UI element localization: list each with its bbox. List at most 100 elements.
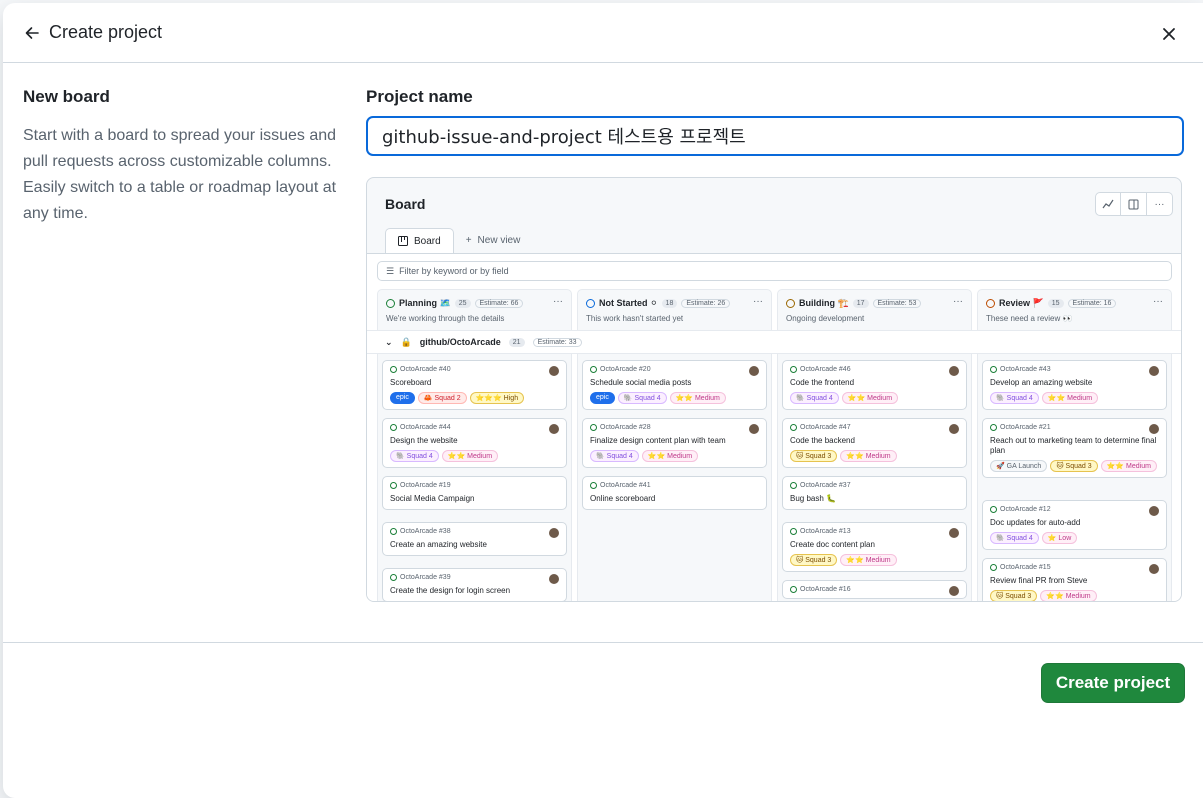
issue-open-icon bbox=[590, 424, 597, 431]
label-badge: 🚀 GA Launch bbox=[990, 460, 1048, 472]
avatar bbox=[549, 424, 559, 434]
board-card: OctoArcade #41 Online scoreboard bbox=[582, 476, 767, 510]
card-number: OctoArcade #41 bbox=[600, 482, 651, 489]
dialog-footer: Create project bbox=[3, 643, 1203, 797]
column-description: These need a review 👀 bbox=[986, 314, 1073, 323]
avatar bbox=[749, 366, 759, 376]
status-icon bbox=[386, 299, 395, 308]
board-preview: Board ··· Board + New view ☰ Filter by k… bbox=[366, 177, 1182, 602]
column-header: Not Started ⚪ 18 Estimate: 26 This work has… bbox=[586, 296, 763, 323]
card-number: OctoArcade #15 bbox=[1000, 564, 1051, 571]
board-card: OctoArcade #21 Reach out to marketing tea… bbox=[982, 418, 1167, 478]
card-id: OctoArcade #46 bbox=[790, 366, 959, 373]
dialog-header: Create project bbox=[3, 3, 1203, 63]
tab-label: New view bbox=[477, 235, 521, 246]
issue-open-icon bbox=[790, 586, 797, 593]
column-name: Review 🚩 bbox=[999, 298, 1044, 308]
label-badge: ⭐⭐ Medium bbox=[1100, 460, 1157, 472]
label-badge: 🐘 Squad 4 bbox=[990, 392, 1039, 404]
avatar bbox=[549, 366, 559, 376]
tab-board: Board bbox=[385, 228, 454, 253]
preview-board: ☰ Filter by keyword or by field Planning… bbox=[367, 254, 1181, 601]
card-id: OctoArcade #12 bbox=[990, 506, 1159, 513]
issue-open-icon bbox=[790, 528, 797, 535]
board-card: OctoArcade #39 Create the design for logi… bbox=[382, 568, 567, 601]
avatar bbox=[949, 424, 959, 434]
card-id: OctoArcade #28 bbox=[590, 424, 759, 431]
group-name: github/OctoArcade bbox=[419, 337, 501, 347]
group-count: 21 bbox=[508, 337, 525, 347]
card-id: OctoArcade #39 bbox=[390, 574, 559, 581]
create-project-button[interactable]: Create project bbox=[1041, 663, 1185, 703]
board-card: OctoArcade #15 Review final PR from Steve… bbox=[982, 558, 1167, 601]
column-estimate: Estimate: 26 bbox=[681, 299, 731, 308]
card-labels: 🚀 GA Launch 🐱 Squad 3 ⭐⭐ Medium bbox=[990, 460, 1159, 472]
card-id: OctoArcade #21 bbox=[990, 424, 1159, 431]
filter-icon: ☰ bbox=[386, 265, 395, 276]
back-button[interactable] bbox=[21, 22, 43, 44]
label-badge: 🐘 Squad 4 bbox=[590, 450, 639, 462]
column-title: Building 🏗️ 17 Estimate: 53 bbox=[786, 298, 963, 309]
issue-open-icon bbox=[990, 424, 997, 431]
label-badge: ⭐⭐ Medium bbox=[641, 450, 699, 462]
issue-open-icon bbox=[990, 506, 997, 513]
label-badge: ⭐⭐ Medium bbox=[840, 554, 897, 566]
card-number: OctoArcade #44 bbox=[400, 424, 451, 431]
label-badge: epic bbox=[590, 392, 615, 404]
card-number: OctoArcade #13 bbox=[800, 528, 851, 535]
card-title: Create the design for login screen bbox=[390, 586, 511, 595]
card-title: Design the website bbox=[390, 436, 458, 445]
label-badge: epic bbox=[390, 392, 415, 404]
issue-open-icon bbox=[390, 424, 397, 431]
board-card: OctoArcade #44 Design the website 🐘 Squad … bbox=[382, 418, 567, 468]
board-card: OctoArcade #46 Code the frontend 🐘 Squad 4… bbox=[782, 360, 967, 410]
close-button[interactable] bbox=[1157, 22, 1181, 46]
project-name-input[interactable]: github-issue-and-project 테스트용 프로젝트 bbox=[366, 116, 1184, 156]
avatar bbox=[749, 424, 759, 434]
label-badge: 🐘 Squad 4 bbox=[790, 392, 839, 404]
preview-title: Board bbox=[385, 196, 426, 212]
column-header: Building 🏗️ 17 Estimate: 53 Ongoing develop… bbox=[786, 296, 963, 323]
status-icon bbox=[586, 299, 595, 308]
card-title: Schedule social media posts bbox=[590, 378, 692, 387]
more-icon: ··· bbox=[1147, 192, 1173, 216]
card-number: OctoArcade #12 bbox=[1000, 506, 1051, 513]
avatar bbox=[949, 366, 959, 376]
issue-open-icon bbox=[790, 482, 797, 489]
column-name: Not Started ⚪ bbox=[599, 298, 658, 308]
group-estimate: Estimate: 33 bbox=[532, 337, 582, 347]
plus-icon: + bbox=[465, 235, 472, 246]
card-labels: 🐘 Squad 4 ⭐⭐ Medium bbox=[590, 450, 759, 462]
column-estimate: Estimate: 16 bbox=[1067, 299, 1117, 308]
filter-placeholder: Filter by keyword or by field bbox=[399, 266, 509, 276]
card-number: OctoArcade #40 bbox=[400, 366, 451, 373]
group-header: ⌄ 🔒 github/OctoArcade 21 Estimate: 33 bbox=[367, 330, 1181, 354]
board-card: OctoArcade #40 Scoreboard epic 🦀 Squad 2 ⭐⭐⭐… bbox=[382, 360, 567, 410]
card-title: Reach out to marketing team to determine… bbox=[990, 436, 1157, 455]
board-card: OctoArcade #28 Finalize design content pl… bbox=[582, 418, 767, 468]
card-id: OctoArcade #19 bbox=[390, 482, 559, 489]
board-card: OctoArcade #20 Schedule social media post… bbox=[582, 360, 767, 410]
card-title: Create doc content plan bbox=[790, 540, 875, 549]
card-id: OctoArcade #13 bbox=[790, 528, 959, 535]
card-number: OctoArcade #19 bbox=[400, 482, 451, 489]
chevron-down-icon: ⌄ bbox=[385, 336, 393, 347]
dialog-title: Create project bbox=[49, 22, 163, 42]
card-labels: 🐘 Squad 4 ⭐⭐ Medium bbox=[390, 450, 559, 462]
card-title: Code the frontend bbox=[790, 378, 855, 387]
column-count: 25 bbox=[454, 299, 471, 308]
column-count: 18 bbox=[661, 299, 678, 308]
avatar bbox=[949, 528, 959, 538]
column-description: We're working through the details bbox=[386, 314, 505, 323]
card-number: OctoArcade #46 bbox=[800, 366, 851, 373]
preview-tabs: Board + New view bbox=[385, 228, 532, 253]
card-labels: 🐘 Squad 4 ⭐⭐ Medium bbox=[790, 392, 959, 404]
column-header: Planning 🗺️ 25 Estimate: 66 We're working t… bbox=[386, 296, 563, 323]
column-title: Not Started ⚪ 18 Estimate: 26 bbox=[586, 298, 763, 309]
card-number: OctoArcade #28 bbox=[600, 424, 651, 431]
card-labels: 🐱 Squad 3 ⭐⭐ Medium bbox=[790, 554, 959, 566]
avatar bbox=[1149, 424, 1159, 434]
issue-open-icon bbox=[590, 482, 597, 489]
column-title: Review 🚩 15 Estimate: 16 bbox=[986, 298, 1163, 309]
board-card: OctoArcade #37 Bug bash 🐛 bbox=[782, 476, 967, 510]
